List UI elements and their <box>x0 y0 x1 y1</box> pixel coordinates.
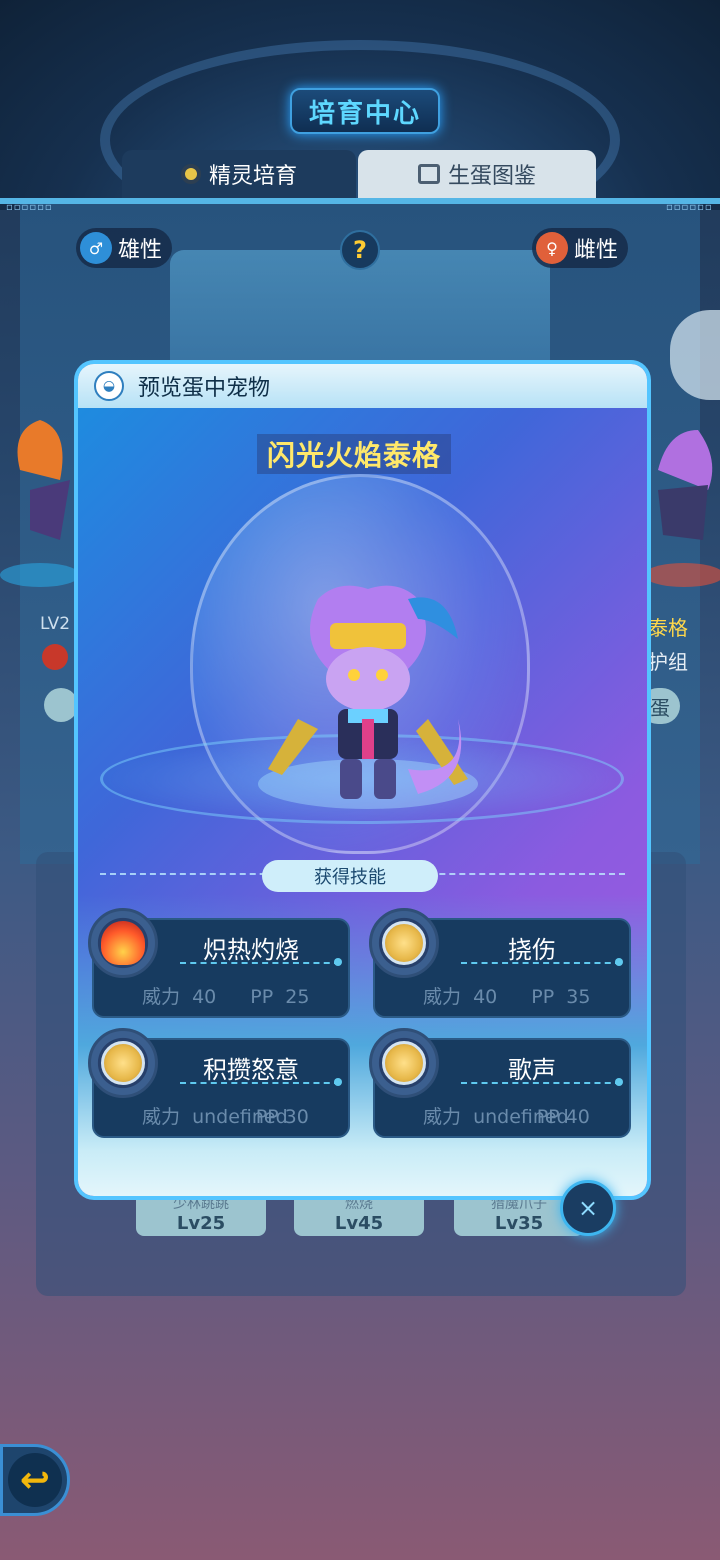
skill-name: 挠伤 <box>508 936 556 964</box>
close-button[interactable]: × <box>560 1180 616 1236</box>
pp-value: 40 <box>565 1106 590 1128</box>
right-pet-name: 泰格 <box>648 616 688 640</box>
help-button[interactable]: ? <box>340 230 380 270</box>
tab-label: 生蛋图鉴 <box>447 164 536 189</box>
egg-icon: ◒ <box>94 371 124 401</box>
female-icon: ♀ <box>536 232 568 264</box>
female-slot[interactable]: ♀ 雌性 <box>532 228 629 268</box>
skill-divider <box>461 1082 621 1084</box>
left-parent-pet <box>0 420 80 587</box>
right-parent-pet <box>648 430 720 587</box>
back-button[interactable]: ↩ <box>0 1444 70 1516</box>
skill-divider <box>461 962 621 964</box>
book-icon <box>417 164 440 184</box>
left-pet-level: LV2 <box>40 614 71 634</box>
pp-value: 35 <box>566 986 591 1008</box>
power-label: 威力 <box>142 986 181 1008</box>
skill-card-3[interactable]: 积攒怒意 威力 undefined PP 30 <box>88 1028 350 1138</box>
skill-stats: 威力 40 PP 25 <box>142 982 309 1009</box>
skill-name: 积攒怒意 <box>203 1056 299 1084</box>
tab-underline <box>0 198 720 204</box>
fire-type-icon <box>42 644 68 670</box>
skill-stats: 威力 40 PP 35 <box>423 982 590 1009</box>
hexagon-icon <box>180 164 201 184</box>
skill-dot <box>615 958 623 966</box>
female-label: 雌性 <box>574 238 619 263</box>
normal-skill-icon <box>88 1028 158 1098</box>
skill-button-1[interactable]: 少林跳跳 Lv25 <box>136 1190 266 1236</box>
pet-name: 闪光火焰泰格 <box>257 434 451 474</box>
egg-preview-modal: ◒ 预览蛋中宠物 闪光火焰泰格 获得技能 炽热灼烧 威力 40 PP 25 挠伤… <box>78 364 647 1196</box>
skill-divider <box>180 962 340 964</box>
power-label: 威力 <box>423 1106 462 1128</box>
fire-skill-icon <box>88 908 158 978</box>
skill-button-2[interactable]: 燃烧 Lv45 <box>294 1190 424 1236</box>
pet-figure <box>268 585 468 799</box>
power-label: 威力 <box>142 1106 181 1128</box>
pp-value: 25 <box>285 986 310 1008</box>
skills-header: 获得技能 <box>262 860 438 892</box>
skill-dot <box>334 1078 342 1086</box>
power-value: 40 <box>192 986 217 1008</box>
skill-card-2[interactable]: 挠伤 威力 40 PP 35 <box>369 908 631 1018</box>
modal-title: 预览蛋中宠物 <box>138 376 271 401</box>
skill-dot <box>334 958 342 966</box>
back-arrow-icon: ↩ <box>8 1453 62 1507</box>
skill-stats: 威力 undefined PP 40 <box>423 1102 590 1129</box>
power-value: 40 <box>473 986 498 1008</box>
skill-button-level: Lv35 <box>494 1212 544 1234</box>
skill-name: 炽热灼烧 <box>203 936 299 964</box>
decor-dots-right: ▫▫▫▫▫▫ <box>666 202 713 213</box>
right-pet-group: 护组 <box>648 650 688 674</box>
normal-skill-icon <box>369 908 439 978</box>
pp-label: PP <box>531 986 555 1008</box>
page-title: 培育中心 <box>290 88 440 134</box>
decor-dots-left: ▫▫▫▫▫▫ <box>6 202 53 213</box>
male-label: 雄性 <box>118 238 163 263</box>
skill-card-4[interactable]: 歌声 威力 undefined PP 40 <box>369 1028 631 1138</box>
skill-stats: 威力 undefined PP 30 <box>142 1102 309 1129</box>
skill-divider <box>180 1082 340 1084</box>
pp-label: PP <box>255 1106 279 1128</box>
pp-value: 30 <box>284 1106 309 1128</box>
skill-name: 歌声 <box>508 1056 556 1084</box>
tab-pet-breeding[interactable]: 精灵培育 <box>122 150 356 198</box>
pp-label: PP <box>250 986 274 1008</box>
skill-card-1[interactable]: 炽热灼烧 威力 40 PP 25 <box>88 908 350 1018</box>
skill-button-level: Lv25 <box>176 1212 226 1234</box>
pp-label: PP <box>536 1106 560 1128</box>
skill-button-level: Lv45 <box>334 1212 384 1234</box>
timer-icon[interactable] <box>44 688 78 722</box>
power-label: 威力 <box>423 986 462 1008</box>
modal-header: ◒ 预览蛋中宠物 <box>78 364 647 408</box>
tab-egg-catalog[interactable]: 生蛋图鉴 <box>358 150 596 198</box>
normal-skill-icon <box>369 1028 439 1098</box>
tab-label: 精灵培育 <box>208 164 297 189</box>
skill-dot <box>615 1078 623 1086</box>
male-slot[interactable]: ♂ 雄性 <box>76 228 173 268</box>
male-icon: ♂ <box>80 232 112 264</box>
